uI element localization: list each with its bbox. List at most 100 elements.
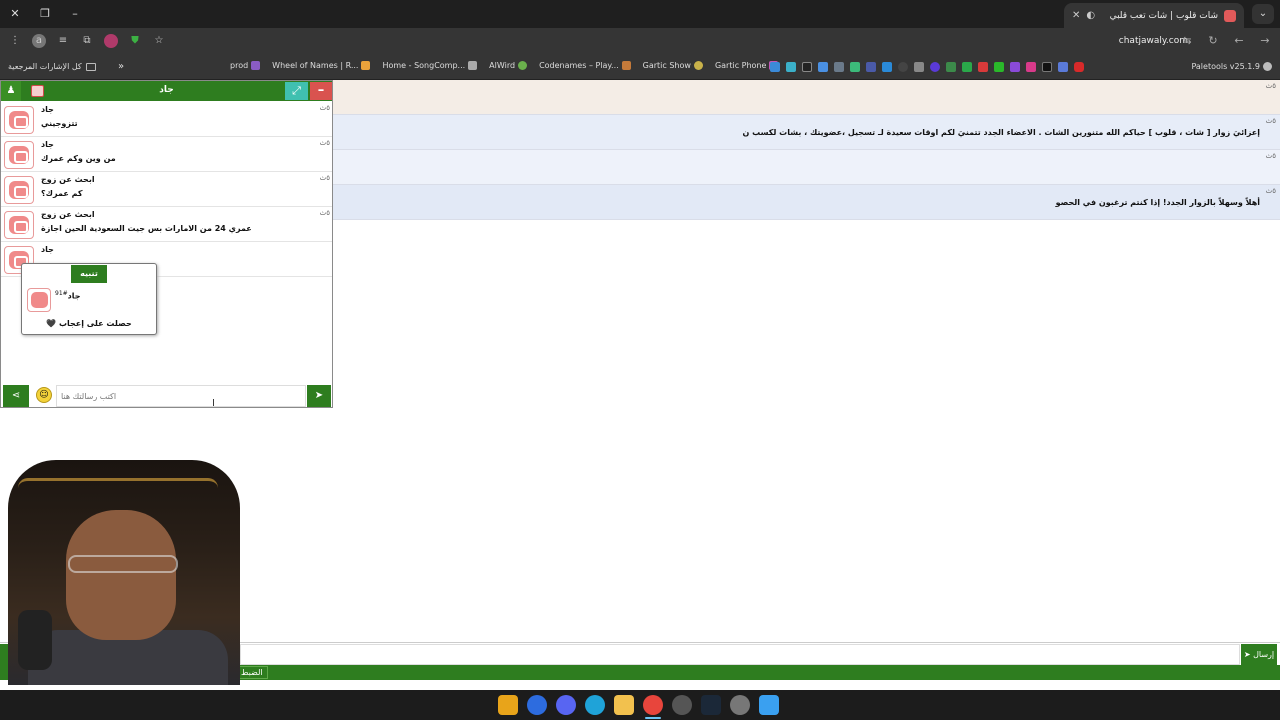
private-chat-header[interactable]: ♟ جاد ⤢ – <box>1 81 332 101</box>
bookmark-red-icon[interactable] <box>978 62 988 72</box>
maximize-icon[interactable]: ❐ <box>30 0 60 28</box>
bookmark-label: Gartic Phone <box>714 61 767 70</box>
bookmark-paypal-icon[interactable] <box>882 62 892 72</box>
bookmark-youtube-icon[interactable] <box>1074 62 1084 72</box>
bookmark-gartic-phone[interactable]: Gartic Phone <box>714 61 779 70</box>
settings-button[interactable]: الضبط <box>236 666 268 679</box>
tab-mute-icon[interactable]: ◐ <box>1086 10 1095 21</box>
gartic-show-icon <box>693 61 703 70</box>
message-text: من وين وكم عمرك <box>41 154 116 163</box>
bookmark-steam-icon[interactable] <box>946 62 956 72</box>
back-icon[interactable]: → <box>1258 34 1272 48</box>
message-user[interactable]: ابحث عن زوج <box>41 210 95 219</box>
url-text[interactable]: chatjawaly.com <box>1119 36 1188 46</box>
message-time: ٥ث <box>319 104 330 112</box>
list-icon[interactable]: ≡ <box>56 34 70 48</box>
forward-icon[interactable]: ← <box>1232 34 1246 48</box>
share-icon[interactable]: ⋖ <box>3 385 29 407</box>
webcam-overlay <box>8 460 240 685</box>
nav-buttons: ⇆ ↻ ← → <box>1180 34 1272 48</box>
site-settings-icon[interactable]: ⇆ <box>1180 34 1194 48</box>
alert-button[interactable]: تنبيه <box>71 265 107 283</box>
bookmark-blue-icon[interactable] <box>770 62 780 72</box>
address-bar-row: ⋮ a ≡ ⧉ ⛊ ☆ chatjawaly.com ⇆ ↻ ← → <box>0 28 1280 56</box>
send-button[interactable]: ➤ إرسال <box>1241 644 1277 665</box>
tab-close-icon[interactable]: ✕ <box>1072 10 1080 21</box>
extension-icon[interactable] <box>104 34 118 48</box>
bookmark-list: prod Wheel of Names | R... Home - SongCo… <box>230 61 779 70</box>
rockstar-icon[interactable] <box>498 695 518 715</box>
bookmark-codenames[interactable]: Codenames – Play... <box>539 61 631 70</box>
message-text: إعزائيَ زوار [ شات ، قلوب ] حياكم الله م… <box>742 127 1261 137</box>
public-chat-messages: ٥ث ٥ث إعزائيَ زوار [ شات ، قلوب ] حياكم ا… <box>333 80 1280 220</box>
tab-search-icon[interactable]: ⌄ <box>1252 4 1274 24</box>
bookmark-discord-icon[interactable] <box>914 62 924 72</box>
bookmark-purple-icon[interactable] <box>930 62 940 72</box>
neon-light <box>18 478 218 508</box>
bookmark-c-icon[interactable] <box>866 62 876 72</box>
browser-tab[interactable]: شات قلوب | شات تعب قلبي ◐ ✕ <box>1064 3 1244 28</box>
message-text: عمري 24 من الامارات بس جيت السعودية الحي… <box>41 224 252 233</box>
emoji-icon[interactable]: ☺ <box>36 387 52 403</box>
avatar[interactable] <box>4 211 34 239</box>
obs-icon[interactable] <box>672 695 692 715</box>
bookmark-alwird[interactable]: AlWird <box>489 61 528 70</box>
bookmark-diamond-icon[interactable] <box>818 62 828 72</box>
profile-icon[interactable]: a <box>32 34 46 48</box>
taskbar-apps <box>498 695 779 715</box>
avatar[interactable] <box>4 176 34 204</box>
bookmark-cloud-icon[interactable] <box>786 62 796 72</box>
avatar[interactable] <box>4 141 34 169</box>
reload-icon[interactable]: ↻ <box>1206 34 1220 48</box>
bookmark-dark-icon[interactable] <box>802 62 812 72</box>
bookmarks-bar: كل الإشارات المرجعية » prod Wheel of Nam… <box>0 56 1280 80</box>
bookmark-x-icon[interactable] <box>1042 62 1052 72</box>
expand-icon[interactable]: ⤢ <box>285 82 308 100</box>
message-time: ٥ث <box>1265 82 1276 90</box>
bookmark-kick-icon[interactable] <box>994 62 1004 72</box>
app-blue-icon[interactable] <box>527 695 547 715</box>
edge-icon[interactable] <box>585 695 605 715</box>
message-user[interactable]: ابحث عن زوج <box>41 175 95 184</box>
avatar[interactable] <box>4 106 34 134</box>
steam-icon[interactable] <box>701 695 721 715</box>
message-time: ٥ث <box>1265 117 1276 125</box>
message-user[interactable]: جاد <box>41 140 54 149</box>
bookmark-label: prod <box>230 61 249 70</box>
public-message-row: ٥ث إعزائيَ زوار [ شات ، قلوب ] حياكم الله… <box>333 115 1280 150</box>
star-icon[interactable]: ☆ <box>152 34 166 48</box>
bookmark-refresh-icon[interactable] <box>962 62 972 72</box>
close-window-icon[interactable]: ✕ <box>0 0 30 28</box>
bookmark-github-icon[interactable] <box>898 62 908 72</box>
browser-tab-strip: ✕ ❐ – + شات قلوب | شات تعب قلبي ◐ ✕ ⌄ <box>0 0 1280 28</box>
all-bookmarks[interactable]: كل الإشارات المرجعية <box>8 62 96 71</box>
file-explorer-icon[interactable] <box>614 695 634 715</box>
bookmark-songcomp[interactable]: Home - SongComp... <box>382 61 478 70</box>
bookmark-translate-icon[interactable] <box>1058 62 1068 72</box>
send-icon[interactable]: ➤ <box>307 385 331 407</box>
message-user[interactable]: جاد <box>41 105 54 114</box>
bookmark-instagram-icon[interactable] <box>1026 62 1036 72</box>
shield-icon[interactable]: ⛊ <box>128 34 142 48</box>
extensions-puzzle-icon[interactable]: ⧉ <box>80 34 94 48</box>
message-user[interactable]: جاد <box>41 245 54 254</box>
windows-start-icon[interactable] <box>759 695 779 715</box>
chrome-icon[interactable] <box>643 695 663 715</box>
bookmark-paletools[interactable]: Paletools v25.1.9 <box>1191 62 1272 71</box>
minimize-chat-icon[interactable]: – <box>310 82 332 100</box>
bookmarks-overflow-icon[interactable]: » <box>118 61 124 72</box>
minimize-icon[interactable]: – <box>60 0 90 28</box>
discord-icon[interactable] <box>556 695 576 715</box>
message-input[interactable] <box>56 385 306 407</box>
bookmark-prod[interactable]: prod <box>230 61 261 70</box>
menu-dots-icon[interactable]: ⋮ <box>8 34 22 48</box>
bookmark-green-icon[interactable] <box>850 62 860 72</box>
bookmark-wheel-of-names[interactable]: Wheel of Names | R... <box>272 61 371 70</box>
bookmark-label: AlWird <box>489 61 516 70</box>
bookmark-gartic-show[interactable]: Gartic Show <box>643 61 703 70</box>
bookmark-twitch-icon[interactable] <box>1010 62 1020 72</box>
bookmark-grid-icon[interactable] <box>834 62 844 72</box>
settings-gear-icon[interactable] <box>730 695 750 715</box>
bookmark-label: Gartic Show <box>642 61 691 70</box>
public-message-input[interactable] <box>240 644 1240 665</box>
